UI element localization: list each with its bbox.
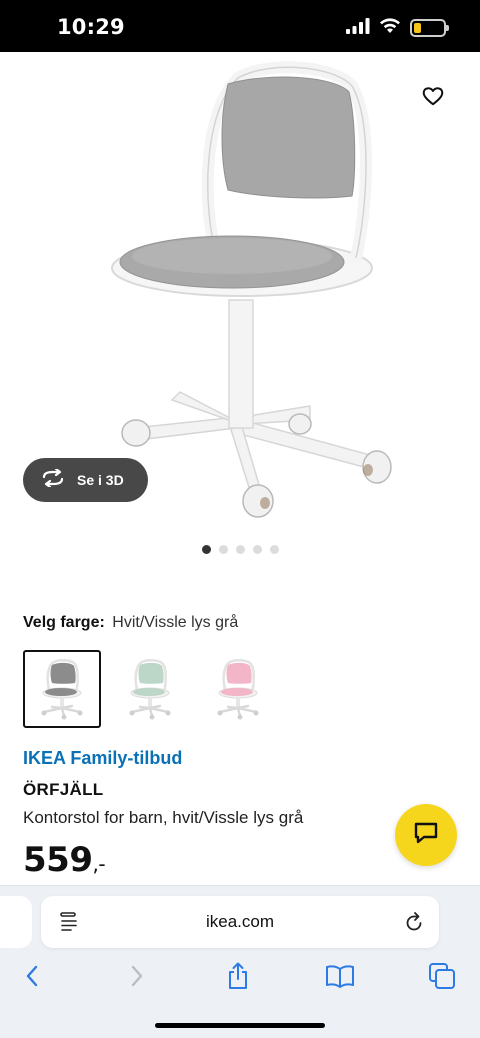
family-offer-label[interactable]: IKEA Family-tilbud	[23, 748, 182, 769]
color-swatch-grey[interactable]	[23, 650, 101, 728]
color-swatch-pink[interactable]	[199, 650, 277, 728]
reload-icon[interactable]	[404, 911, 424, 938]
battery-fill	[414, 23, 421, 33]
price-suffix: ,-	[92, 852, 106, 876]
previous-tab-peek[interactable]	[0, 896, 32, 948]
carousel-dots[interactable]	[0, 545, 480, 554]
carousel-dot[interactable]	[201, 545, 211, 554]
heart-icon	[422, 86, 444, 111]
rotate-3d-icon	[41, 467, 65, 492]
product-name: ÖRFJÄLL	[23, 780, 104, 799]
carousel-dot[interactable]	[235, 545, 245, 554]
bookmarks-icon[interactable]	[322, 958, 358, 994]
browser-toolbar	[0, 958, 480, 994]
address-bar[interactable]: ikea.com	[41, 896, 439, 948]
signal-icon	[346, 17, 370, 39]
browser-bar: ikea.com	[0, 885, 480, 1038]
share-icon[interactable]	[220, 958, 256, 994]
carousel-dot[interactable]	[252, 545, 262, 554]
carousel-dot[interactable]	[269, 545, 279, 554]
color-swatch-mint[interactable]	[111, 650, 189, 728]
tabs-icon[interactable]	[424, 958, 460, 994]
status-bar: 10:29	[0, 0, 480, 52]
status-time: 10:29	[57, 15, 125, 39]
battery-icon	[410, 19, 449, 37]
chat-button[interactable]	[395, 804, 457, 866]
wifi-icon	[379, 17, 401, 39]
product-description: Kontorstol for barn, hvit/Vissle lys grå	[23, 808, 304, 827]
chair-thumbnail	[41, 659, 83, 720]
color-label: Velg farge:	[23, 614, 105, 631]
chair-thumbnail	[129, 659, 171, 720]
favorite-button[interactable]	[420, 86, 446, 110]
status-icons	[346, 17, 449, 39]
color-selected-value: Hvit/Vissle lys grå	[112, 614, 239, 631]
view-3d-button[interactable]: Se i 3D	[23, 458, 148, 502]
carousel-dot[interactable]	[218, 545, 228, 554]
price-value: 559	[23, 840, 93, 880]
chat-icon	[413, 821, 439, 850]
home-indicator	[155, 1023, 325, 1028]
forward-icon[interactable]	[119, 958, 155, 994]
back-icon[interactable]	[14, 958, 50, 994]
color-label-line: Velg farge: Hvit/Vissle lys grå	[23, 614, 238, 632]
color-swatches	[23, 650, 277, 728]
product-price: 559,-	[23, 840, 106, 880]
view-3d-label: Se i 3D	[77, 472, 124, 488]
chair-thumbnail	[217, 659, 259, 720]
url-text: ikea.com	[205, 912, 275, 931]
